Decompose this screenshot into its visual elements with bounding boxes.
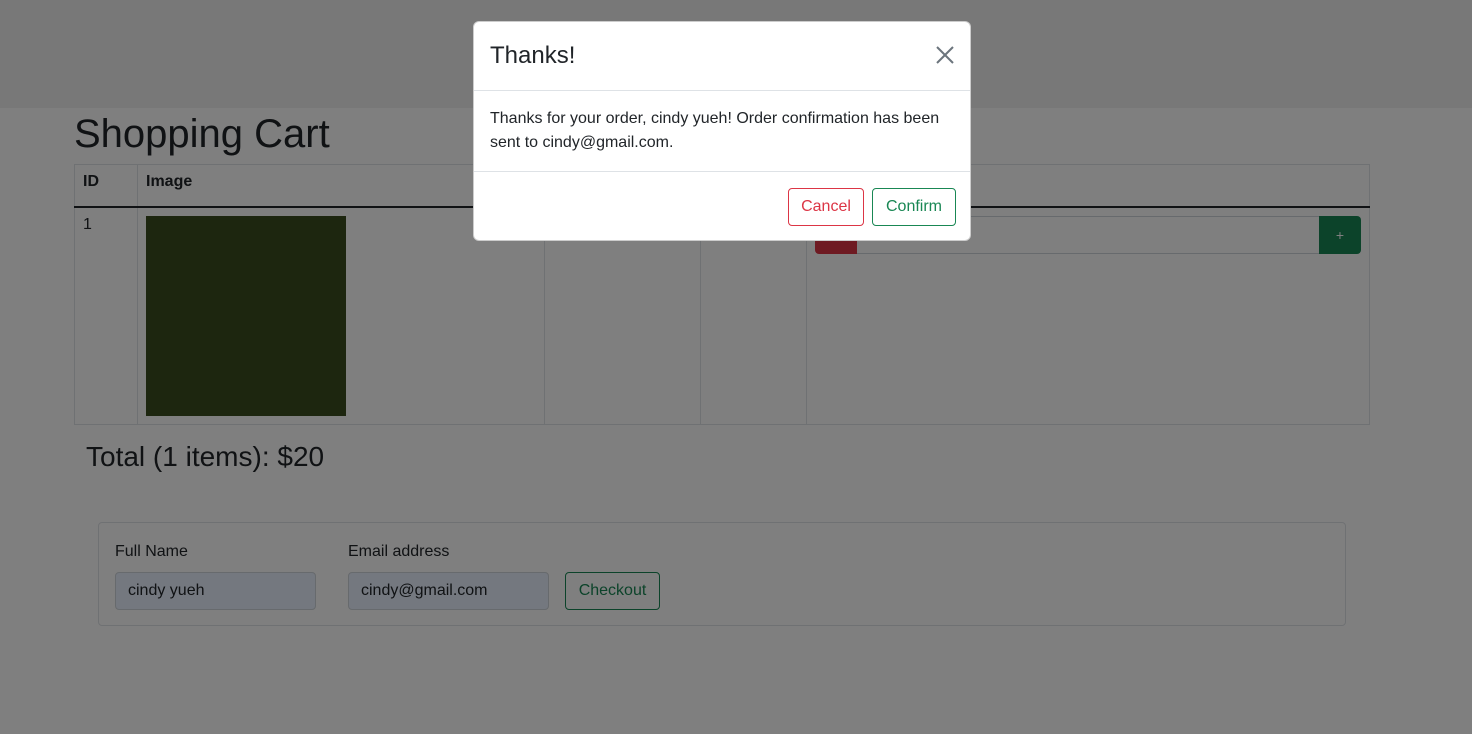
thanks-modal: Thanks! Thanks for your order, cindy yue… <box>473 21 971 241</box>
confirm-button[interactable]: Confirm <box>872 188 956 226</box>
modal-header: Thanks! <box>474 22 970 91</box>
close-button[interactable] <box>934 44 956 66</box>
cancel-button[interactable]: Cancel <box>788 188 864 226</box>
close-icon <box>936 46 954 64</box>
modal-footer: Cancel Confirm <box>474 172 970 242</box>
modal-title: Thanks! <box>490 42 576 69</box>
modal-body: Thanks for your order, cindy yueh! Order… <box>474 91 970 172</box>
